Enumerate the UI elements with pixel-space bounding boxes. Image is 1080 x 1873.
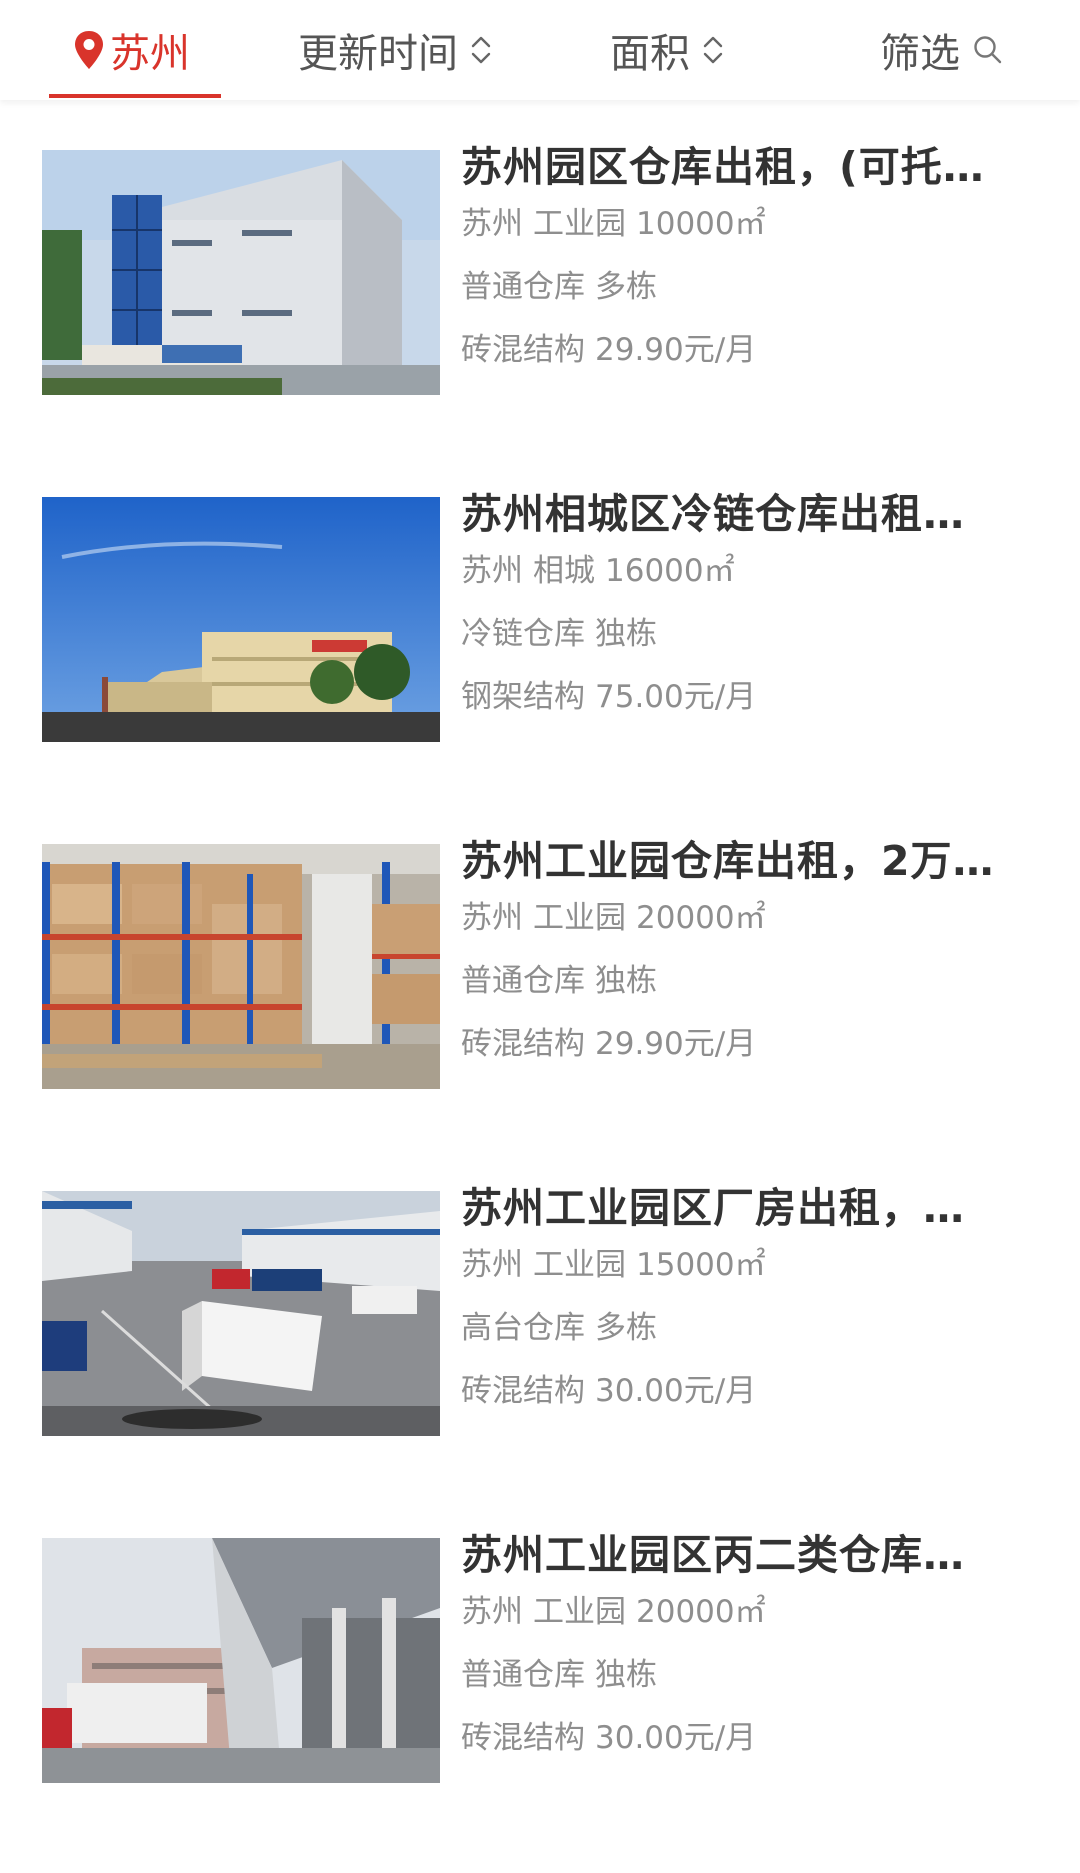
listing-area: 10000㎡ — [636, 206, 766, 242]
listing-title: 苏州园区仓库出租，(可托… — [461, 143, 985, 191]
listing-info: 苏州工业园区厂房出租，… 苏州 工业园 15000㎡ 高台仓库 多栋 砖混结构 30.0… — [461, 1179, 1031, 1411]
listing-pricing: 砖混结构 30.00元/月 — [461, 1718, 1031, 1758]
listing-price: 30.00元/月 — [595, 1373, 757, 1409]
listing-category: 普通仓库 — [461, 963, 585, 999]
listing-price: 29.90元/月 — [595, 1026, 757, 1062]
listing-structure: 砖混结构 — [461, 332, 585, 368]
listing-pricing: 砖混结构 29.90元/月 — [461, 330, 1031, 370]
listing-price: 30.00元/月 — [595, 1720, 757, 1756]
listing-building: 独栋 — [595, 616, 657, 652]
listing-district: 相城 — [533, 553, 595, 589]
listing-pricing: 砖混结构 30.00元/月 — [461, 1371, 1031, 1411]
loading-dock-trucks-photo — [42, 1191, 440, 1436]
listing-location: 苏州 相城 16000㎡ — [461, 551, 1031, 591]
listing-building: 多栋 — [595, 1310, 657, 1346]
listing-price: 29.90元/月 — [595, 332, 757, 368]
listing-city: 苏州 — [461, 1247, 523, 1283]
listing-area: 20000㎡ — [636, 900, 766, 936]
tab-area-label: 面积 — [610, 31, 690, 77]
listing-district: 工业园 — [533, 1594, 626, 1630]
listing-category: 普通仓库 — [461, 1657, 585, 1693]
tab-update-time-label: 更新时间 — [298, 31, 458, 77]
listing-card[interactable]: 苏州相城区冷链仓库出租… 苏州 相城 16000㎡ 冷链仓库 独栋 钢架结构 75.00… — [0, 447, 1080, 794]
listing-area: 20000㎡ — [636, 1594, 766, 1630]
listing-building: 多栋 — [595, 269, 657, 305]
listing-type: 高台仓库 多栋 — [461, 1308, 1031, 1348]
listing-pricing: 钢架结构 75.00元/月 — [461, 677, 1031, 717]
listing-district: 工业园 — [533, 1247, 626, 1283]
tab-filter-label: 筛选 — [880, 31, 960, 77]
listing-card[interactable]: 苏州工业园区丙二类仓库… 苏州 工业园 20000㎡ 普通仓库 独栋 砖混结构 30.0… — [0, 1488, 1080, 1835]
listing-structure: 砖混结构 — [461, 1720, 585, 1756]
listing-info: 苏州工业园仓库出租，2万… 苏州 工业园 20000㎡ 普通仓库 独栋 砖混结构 29.… — [461, 832, 1031, 1064]
listing-type: 普通仓库 多栋 — [461, 267, 1031, 307]
listing-category: 高台仓库 — [461, 1310, 585, 1346]
tab-area[interactable]: 面积 — [610, 0, 726, 100]
listing-location: 苏州 工业园 10000㎡ — [461, 204, 1031, 244]
listing-structure: 砖混结构 — [461, 1373, 585, 1409]
listing-info: 苏州园区仓库出租，(可托… 苏州 工业园 10000㎡ 普通仓库 多栋 砖混结构 29.… — [461, 138, 1031, 370]
search-icon — [974, 36, 1002, 64]
listing-title: 苏州相城区冷链仓库出租… — [461, 490, 965, 538]
listing-type: 普通仓库 独栋 — [461, 961, 1031, 1001]
listing-city: 苏州 — [461, 553, 523, 589]
listing-location: 苏州 工业园 15000㎡ — [461, 1245, 1031, 1285]
listing-info: 苏州相城区冷链仓库出租… 苏州 相城 16000㎡ 冷链仓库 独栋 钢架结构 75.00… — [461, 485, 1031, 717]
listing-area: 15000㎡ — [636, 1247, 766, 1283]
listing-price: 75.00元/月 — [595, 679, 757, 715]
listing-district: 工业园 — [533, 900, 626, 936]
listing-area: 16000㎡ — [605, 553, 735, 589]
warehouse-racks-photo — [42, 844, 440, 1089]
tab-update-time[interactable]: 更新时间 — [298, 0, 494, 100]
listing-city: 苏州 — [461, 206, 523, 242]
listing-title: 苏州工业园仓库出租，2万… — [461, 837, 995, 885]
listing-card[interactable]: 苏州工业园仓库出租，2万… 苏州 工业园 20000㎡ 普通仓库 独栋 砖混结构 29.… — [0, 794, 1080, 1141]
listing-category: 普通仓库 — [461, 269, 585, 305]
listing-type: 冷链仓库 独栋 — [461, 614, 1031, 654]
active-tab-indicator — [49, 94, 221, 98]
warehouse-exterior-photo — [42, 150, 440, 395]
cold-chain-warehouse-photo — [42, 497, 440, 742]
listing-location: 苏州 工业园 20000㎡ — [461, 1592, 1031, 1632]
tab-city[interactable]: 苏州 — [72, 0, 190, 100]
listing-city: 苏州 — [461, 1594, 523, 1630]
tab-filter[interactable]: 筛选 — [880, 0, 1004, 100]
listing-info: 苏州工业园区丙二类仓库… 苏州 工业园 20000㎡ 普通仓库 独栋 砖混结构 30.0… — [461, 1526, 1031, 1758]
listing-structure: 砖混结构 — [461, 1026, 585, 1062]
location-pin-icon — [75, 31, 103, 69]
listing-title: 苏州工业园区厂房出租，… — [461, 1184, 965, 1232]
listing-pricing: 砖混结构 29.90元/月 — [461, 1024, 1031, 1064]
warehouse-canopy-truck-photo — [42, 1538, 440, 1783]
listing-title: 苏州工业园区丙二类仓库… — [461, 1531, 965, 1579]
sort-arrows-icon — [471, 36, 491, 64]
sort-arrows-icon — [703, 36, 723, 64]
filter-bar: 苏州 更新时间 面积 筛选 — [0, 0, 1080, 100]
listing-building: 独栋 — [595, 1657, 657, 1693]
listing-city: 苏州 — [461, 900, 523, 936]
listing-district: 工业园 — [533, 206, 626, 242]
listing-type: 普通仓库 独栋 — [461, 1655, 1031, 1695]
listing-card[interactable]: 苏州工业园区厂房出租，… 苏州 工业园 15000㎡ 高台仓库 多栋 砖混结构 30.0… — [0, 1141, 1080, 1488]
listing-card[interactable]: 苏州园区仓库出租，(可托… 苏州 工业园 10000㎡ 普通仓库 多栋 砖混结构 29.… — [0, 100, 1080, 447]
listing-structure: 钢架结构 — [461, 679, 585, 715]
listing-location: 苏州 工业园 20000㎡ — [461, 898, 1031, 938]
listing-category: 冷链仓库 — [461, 616, 585, 652]
listing-building: 独栋 — [595, 963, 657, 999]
tab-city-label: 苏州 — [110, 31, 190, 77]
